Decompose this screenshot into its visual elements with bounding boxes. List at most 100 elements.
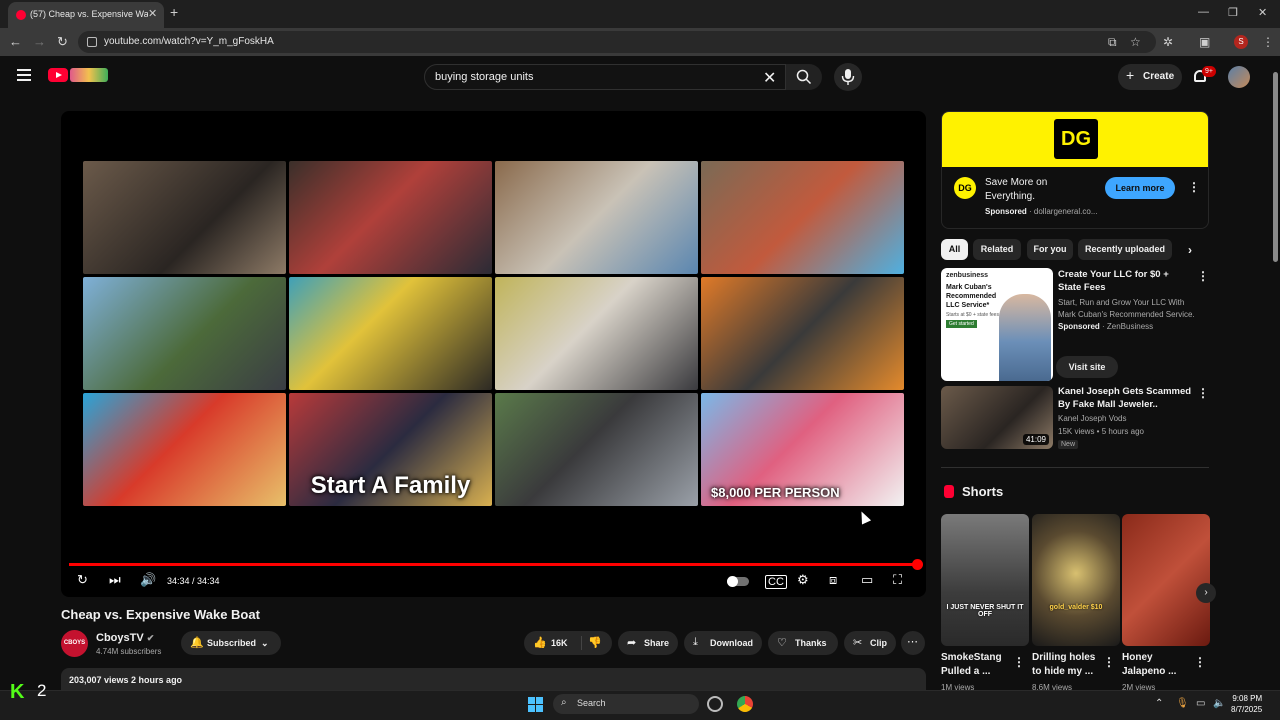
sponsored-thumbnail[interactable]: zenbusiness Mark Cuban's Recommended LLC… [941, 268, 1053, 381]
windows-start-icon[interactable] [528, 697, 544, 713]
network-icon[interactable]: ▭ [1196, 698, 1205, 709]
more-actions-button[interactable]: ⋯ [901, 631, 925, 655]
minimize-icon[interactable]: — [1198, 6, 1209, 18]
tray-chevron-icon[interactable]: ⌃ [1155, 698, 1163, 709]
like-count[interactable]: 16K [551, 638, 568, 648]
reload-icon[interactable]: ↻ [57, 34, 68, 50]
chrome-taskbar-icon[interactable] [737, 696, 753, 712]
channel-avatar[interactable]: CBOYS [61, 630, 88, 657]
rec-title[interactable]: Kanel Joseph Gets Scammed By Fake Mall J… [1058, 385, 1194, 411]
voice-search-button[interactable] [834, 63, 862, 91]
channel-name[interactable]: CboysTV ✔ [96, 632, 154, 644]
endscreen-thumbnail[interactable] [289, 161, 492, 274]
search-input[interactable]: buying storage units ✕ [424, 64, 786, 90]
rec-title[interactable]: Create Your LLC for $0 + State Fees [1058, 268, 1194, 294]
endscreen-thumbnail[interactable] [289, 277, 492, 390]
short-thumbnail[interactable]: gold_valder $10 [1032, 514, 1120, 646]
thanks-button[interactable]: ♡ Thanks [768, 631, 838, 655]
back-icon[interactable]: ← [9, 34, 22, 49]
bookmark-star-icon[interactable]: ☆ [1130, 35, 1141, 49]
ad-menu-icon[interactable]: ⋮ [1188, 180, 1200, 194]
autoplay-toggle[interactable] [727, 576, 749, 587]
endscreen-thumbnail[interactable] [701, 161, 904, 274]
endscreen-thumbnail[interactable] [495, 393, 698, 506]
youtube-doodle-logo[interactable] [70, 68, 108, 82]
captions-icon[interactable]: CC [765, 575, 787, 589]
short-thumbnail[interactable]: I JUST NEVER SHUT IT OFF [941, 514, 1029, 646]
browser-tab[interactable]: (57) Cheap vs. Expensive Wake B ✕ [8, 2, 164, 28]
endscreen-thumbnail[interactable] [701, 277, 904, 390]
endscreen-thumbnail[interactable] [83, 393, 286, 506]
page-scrollbar[interactable] [1272, 60, 1280, 690]
short-menu-icon[interactable]: ⋮ [1194, 655, 1206, 669]
replay-icon[interactable]: ↻ [77, 572, 88, 588]
dislike-icon[interactable]: 👎 [588, 636, 602, 649]
theater-mode-icon[interactable]: ▭ [861, 572, 873, 588]
account-avatar[interactable] [1228, 66, 1250, 88]
chip-recently-uploaded[interactable]: Recently uploaded [1078, 239, 1172, 260]
clear-search-icon[interactable]: ✕ [763, 68, 776, 88]
browser-menu-icon[interactable]: ⋮ [1262, 35, 1274, 49]
download-button[interactable]: ⤓ Download [684, 631, 762, 655]
menu-icon[interactable] [17, 69, 31, 84]
search-button[interactable] [786, 64, 822, 90]
rec-channel[interactable]: Kanel Joseph Vods [1058, 413, 1127, 425]
short-menu-icon[interactable]: ⋮ [1013, 655, 1025, 669]
settings-gear-icon[interactable]: ⚙ [797, 572, 809, 588]
extensions-icon[interactable]: ✲ [1163, 35, 1173, 49]
rec-menu-icon[interactable]: ⋮ [1197, 269, 1209, 283]
progress-bar[interactable] [69, 563, 917, 566]
chip-all[interactable]: All [941, 239, 968, 260]
fullscreen-icon[interactable]: ⛶ [893, 572, 902, 588]
chip-related[interactable]: Related [973, 239, 1021, 260]
subscribed-button[interactable]: 🔔 Subscribed ⌄ [181, 631, 281, 655]
speaker-icon[interactable]: 🔈 [1213, 698, 1225, 709]
endscreen-thumbnail[interactable] [495, 277, 698, 390]
close-tab-icon[interactable]: ✕ [148, 7, 157, 20]
clip-button[interactable]: ✂ Clip [844, 631, 896, 655]
new-tab-icon[interactable]: + [170, 4, 178, 20]
taskbar-clock[interactable]: 9:08 PM 8/7/2025 [1231, 693, 1262, 715]
site-info-icon[interactable] [87, 37, 97, 47]
short-thumbnail[interactable] [1122, 514, 1210, 646]
next-video-icon[interactable]: ⏭ [109, 572, 121, 588]
chip-for-you[interactable]: For you [1027, 239, 1073, 260]
microphone-tray-icon[interactable]: 🎙 [1176, 698, 1189, 709]
youtube-logo[interactable] [48, 68, 68, 82]
sidebar-ad[interactable]: DG DG Save More on Everything. Sponsored… [941, 111, 1209, 229]
rec-menu-icon[interactable]: ⋮ [1197, 386, 1209, 400]
visit-site-button[interactable]: Visit site [1056, 356, 1118, 378]
shorts-next-icon[interactable]: › [1196, 583, 1216, 603]
volume-icon[interactable]: 🔊 [140, 572, 156, 588]
rec-thumbnail[interactable]: 41:09 [941, 386, 1053, 449]
endscreen-thumbnail[interactable] [83, 161, 286, 274]
video-player[interactable]: Start A Family $8,000 PER PERSON ↻ ⏭ 🔊 3… [61, 111, 926, 597]
learn-more-button[interactable]: Learn more [1105, 177, 1175, 199]
share-label: Share [644, 638, 670, 648]
restore-icon[interactable]: ❐ [1228, 6, 1238, 19]
short-title[interactable]: SmokeStang Pulled a ... [941, 651, 1013, 679]
endscreen-thumbnail[interactable] [83, 277, 286, 390]
address-bar[interactable]: youtube.com/watch?v=Y_m_gFoskHA [78, 31, 1156, 53]
side-panel-icon[interactable]: ▣ [1199, 35, 1210, 49]
scrollbar-thumb[interactable] [1273, 72, 1278, 262]
endscreen-thumbnail[interactable] [495, 161, 698, 274]
ad-banner[interactable]: DG [942, 112, 1208, 167]
short-title[interactable]: Honey Jalapeno ... [1122, 651, 1194, 679]
short-title[interactable]: Drilling holes to hide my ... [1032, 651, 1104, 679]
progress-scrubber[interactable] [912, 559, 923, 570]
forward-icon[interactable]: → [33, 34, 46, 49]
share-button[interactable]: ➦ Share [618, 631, 678, 655]
like-icon[interactable]: 👍 [533, 636, 547, 649]
install-app-icon[interactable]: ⧉ [1108, 35, 1117, 50]
close-window-icon[interactable]: ✕ [1258, 6, 1267, 19]
create-button[interactable]: + Create [1118, 64, 1182, 90]
endscreen-thumbnail[interactable]: $8,000 PER PERSON [701, 393, 904, 506]
endscreen-thumbnail[interactable]: Start A Family [289, 393, 492, 506]
chips-next-icon[interactable]: › [1188, 243, 1192, 257]
profile-avatar[interactable]: S [1234, 35, 1248, 49]
taskbar-search[interactable]: ⌕ Search [553, 694, 699, 714]
taskbar-app-icon[interactable] [707, 696, 723, 712]
short-menu-icon[interactable]: ⋮ [1103, 655, 1115, 669]
miniplayer-icon[interactable]: ⧈ [829, 572, 837, 588]
